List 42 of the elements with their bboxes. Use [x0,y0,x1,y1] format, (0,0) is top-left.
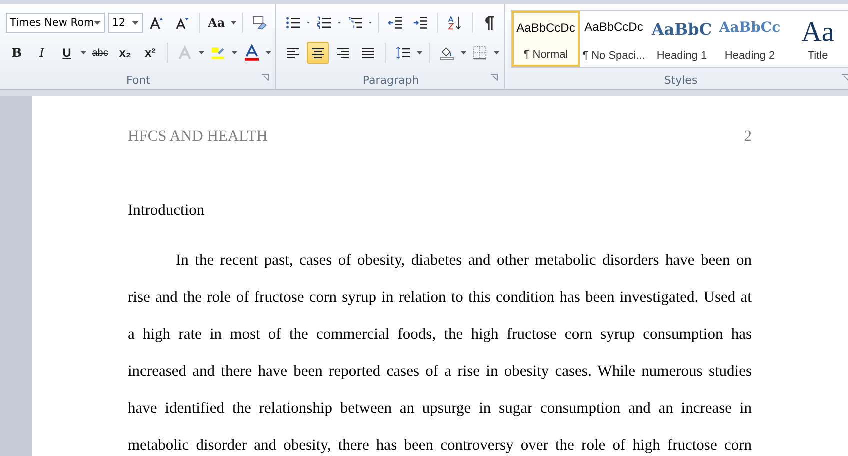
style-option[interactable]: Aa Title [784,11,848,67]
align-icon [361,46,375,60]
format-button[interactable]: U [56,42,78,64]
dialog-launcher-icon[interactable] [262,74,269,81]
font-size-field[interactable]: 12 [108,13,143,33]
format-button[interactable]: x² [139,42,162,64]
page-number: 2 [744,128,752,146]
caret-icon [266,51,272,55]
caret-icon [232,51,238,55]
dialog-launcher-icon[interactable] [491,74,498,81]
caret-icon [417,51,423,55]
running-head: HFCS AND HEALTH [128,128,268,146]
body-paragraph: In the recent past, cases of obesity, diabetes and other metabolic disorders have been on rise and the role of fructose corn syrup in relation to this condition has been investigated. Used at a high rate in most of the commercial foods, the high fructose corn syrup consumption has increased and there have been reported cases of a rise in obesity cases. While numerous studies have identified the relationship between an upsurge in sugar consumption and an increase in metabolic disorder and obesity, there has been controversy over the role of high fructose corn [128,251,752,456]
caret-icon [338,21,341,25]
format-button[interactable]: x₂ [114,42,136,64]
caret-icon [199,51,204,55]
style-option[interactable]: AaBbCc Heading 2 [716,11,784,67]
caret-icon [460,51,466,55]
format-button[interactable]: abc [89,42,112,64]
caret-icon [307,21,310,25]
group-label: Styles [664,74,698,86]
caret-icon [81,51,86,55]
group-label: Font [126,74,150,86]
style-option[interactable]: AaBbCcDc ¶ Normal [512,11,580,67]
format-button[interactable]: I [31,42,53,64]
group-label: Paragraph [362,74,420,86]
align-icon [311,46,325,60]
caret-icon [132,21,139,25]
font-name-field[interactable]: Times New Rom [6,13,106,33]
format-button[interactable]: B [6,42,28,64]
style-option[interactable]: AaBbCcDc ¶ No Spaci... [580,11,648,67]
section-heading: Introduction [128,202,206,220]
caret-icon [494,51,500,55]
caret-icon [368,21,372,25]
caret-icon [94,21,102,25]
style-option[interactable]: AaBbC Heading 1 [648,11,716,67]
dialog-launcher-icon[interactable] [842,74,848,81]
align-icon [336,46,350,60]
align-icon [286,46,300,60]
change-case-button[interactable]: Aa [206,12,228,34]
align-button[interactable] [307,42,329,64]
caret-icon [230,21,236,25]
